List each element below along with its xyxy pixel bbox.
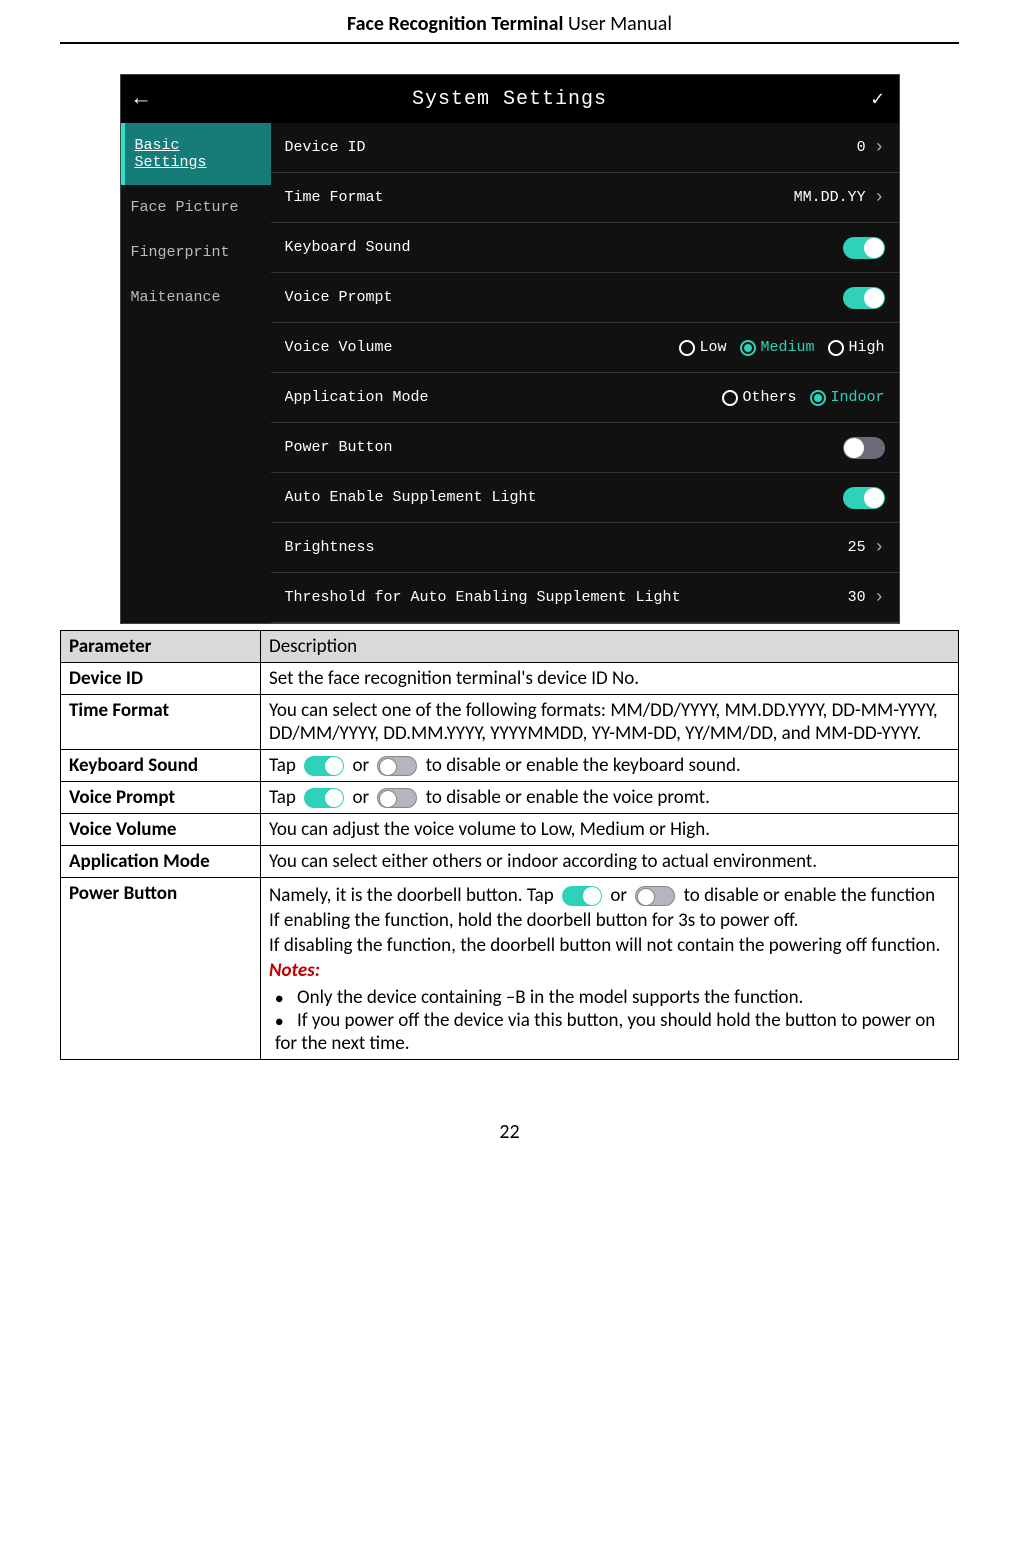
desc-voice-prompt: Tap or to disable or enable the voice pr… [261,782,959,814]
param-device-id: Device ID [61,663,261,695]
radio-volume-low[interactable]: Low [679,339,726,356]
sidebar: Basic Settings Face Picture Fingerprint … [121,123,271,623]
row-device-id[interactable]: Device ID 0 › [271,123,899,173]
note-item: Only the device containing –B in the mod… [275,986,950,1009]
row-power-button: Power Button [271,423,899,473]
toggle-off-icon [635,886,675,906]
label-application-mode: Application Mode [285,389,429,406]
table-row: Voice Prompt Tap or to disable or enable… [61,782,959,814]
row-application-mode: Application Mode Others Indoor [271,373,899,423]
value-threshold-supplement: 30 [848,589,866,606]
desc-time-format: You can select one of the following form… [261,695,959,750]
toggle-off-icon [377,788,417,808]
param-voice-volume: Voice Volume [61,814,261,846]
page-number: 22 [60,1120,959,1144]
param-time-format: Time Format [61,695,261,750]
notes-label: Notes: [269,959,950,982]
param-voice-prompt: Voice Prompt [61,782,261,814]
doc-title-bold: Face Recognition Terminal [347,12,563,36]
desc-device-id: Set the face recognition terminal's devi… [261,663,959,695]
row-auto-supplement-light: Auto Enable Supplement Light [271,473,899,523]
param-application-mode: Application Mode [61,846,261,878]
desc-keyboard-sound: Tap or to disable or enable the keyboard… [261,750,959,782]
sidebar-item-face-picture[interactable]: Face Picture [121,185,271,230]
toggle-on-icon [304,788,344,808]
table-row: Device ID Set the face recognition termi… [61,663,959,695]
notes-list: Only the device containing –B in the mod… [269,986,950,1055]
param-power-button: Power Button [61,878,261,1060]
chevron-right-icon: › [874,188,885,208]
toggle-keyboard-sound[interactable] [843,237,885,259]
label-auto-supplement-light: Auto Enable Supplement Light [285,489,537,506]
radio-volume-medium[interactable]: Medium [740,339,814,356]
label-power-button: Power Button [285,439,393,456]
parameter-table: Parameter Description Device ID Set the … [60,630,959,1060]
row-voice-volume: Voice Volume Low Medium High [271,323,899,373]
label-threshold-supplement: Threshold for Auto Enabling Supplement L… [285,589,681,606]
note-item: If you power off the device via this but… [275,1009,950,1055]
label-brightness: Brightness [285,539,375,556]
toggle-auto-supplement-light[interactable] [843,487,885,509]
toggle-voice-prompt[interactable] [843,287,885,309]
radio-appmode-others[interactable]: Others [722,389,796,406]
sidebar-item-fingerprint[interactable]: Fingerprint [121,230,271,275]
chevron-right-icon: › [874,588,885,608]
desc-application-mode: You can select either others or indoor a… [261,846,959,878]
sidebar-item-maintenance[interactable]: Maitenance [121,275,271,320]
label-time-format: Time Format [285,189,384,206]
row-brightness[interactable]: Brightness 25 › [271,523,899,573]
device-screenshot: ← System Settings ✓ Basic Settings Face … [120,74,900,624]
row-time-format[interactable]: Time Format MM.DD.YY › [271,173,899,223]
radio-appmode-indoor[interactable]: Indoor [810,389,884,406]
radio-volume-high[interactable]: High [828,339,884,356]
label-voice-volume: Voice Volume [285,339,393,356]
label-device-id: Device ID [285,139,366,156]
value-device-id: 0 [857,139,866,156]
param-keyboard-sound: Keyboard Sound [61,750,261,782]
desc-power-button: Namely, it is the doorbell button. Tap o… [261,878,959,1060]
desc-voice-volume: You can adjust the voice volume to Low, … [261,814,959,846]
value-brightness: 25 [848,539,866,556]
th-parameter: Parameter [61,631,261,663]
table-row: Keyboard Sound Tap or to disable or enab… [61,750,959,782]
back-arrow-icon[interactable]: ← [135,87,149,112]
settings-main: Device ID 0 › Time Format MM.DD.YY › Key… [271,123,899,623]
value-time-format: MM.DD.YY [794,189,866,206]
table-row: Voice Volume You can adjust the voice vo… [61,814,959,846]
sidebar-item-basic-settings[interactable]: Basic Settings [121,123,271,185]
toggle-on-icon [304,756,344,776]
table-row: Application Mode You can select either o… [61,846,959,878]
screenshot-header: ← System Settings ✓ [121,75,899,123]
confirm-check-icon[interactable]: ✓ [871,86,884,112]
chevron-right-icon: › [874,138,885,158]
table-row: Power Button Namely, it is the doorbell … [61,878,959,1060]
label-keyboard-sound: Keyboard Sound [285,239,411,256]
doc-header: Face Recognition Terminal User Manual [60,12,959,44]
row-voice-prompt: Voice Prompt [271,273,899,323]
row-threshold-supplement[interactable]: Threshold for Auto Enabling Supplement L… [271,573,899,623]
table-row: Time Format You can select one of the fo… [61,695,959,750]
row-keyboard-sound: Keyboard Sound [271,223,899,273]
chevron-right-icon: › [874,538,885,558]
doc-title-norm: User Manual [563,12,672,36]
th-description: Description [261,631,959,663]
toggle-power-button[interactable] [843,437,885,459]
toggle-off-icon [377,756,417,776]
screenshot-title: System Settings [412,88,607,111]
label-voice-prompt: Voice Prompt [285,289,393,306]
toggle-on-icon [562,886,602,906]
